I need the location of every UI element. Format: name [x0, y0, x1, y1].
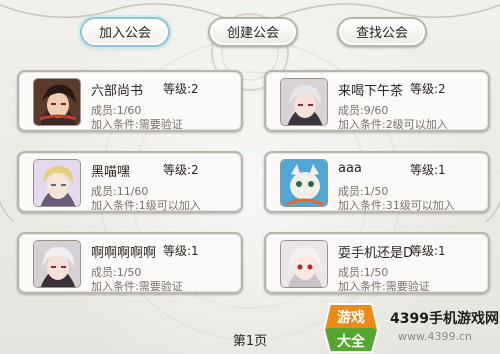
guild-level: 等级:1 [163, 244, 199, 258]
guild-name: 黑喵嘿 [91, 165, 131, 180]
guild-leader-avatar [280, 240, 328, 288]
watermark-title: 4399手机游戏网 [390, 311, 499, 327]
guild-leader-avatar [33, 159, 81, 207]
watermark-url: www.4399.cn [398, 330, 472, 343]
guild-name: aaa [338, 161, 362, 176]
guild-card[interactable]: 黑喵嘿 等级:2 成员:11/60 加入条件:1级可以加入 [17, 151, 243, 213]
guild-leader-avatar [33, 78, 81, 126]
guild-leader-avatar [280, 78, 328, 126]
guild-card[interactable]: 六部尚书 等级:2 成员:1/60 加入条件:需要验证 [17, 70, 243, 132]
guild-level: 等级:1 [410, 163, 446, 177]
tab-join-guild[interactable]: 加入公会 [80, 17, 170, 47]
guild-level: 等级:2 [163, 82, 199, 96]
guild-leader-avatar [33, 240, 81, 288]
guild-card[interactable]: 耍手机还是D 等级:1 成员:1/50 加入条件:需要验证 [264, 232, 490, 294]
guild-name: 六部尚书 [91, 84, 144, 99]
tab-find-guild[interactable]: 查找公会 [337, 17, 427, 47]
guild-name: 啊啊啊啊啊 [91, 246, 157, 261]
guild-leader-avatar [280, 159, 328, 207]
guild-card[interactable]: 来喝下午茶 等级:2 成员:9/60 加入条件:2级可以加入 [264, 70, 490, 132]
guild-join-requirement: 加入条件:需要验证 [91, 118, 183, 131]
svg-text:游戏: 游戏 [337, 309, 365, 326]
site-watermark: 游戏 大全 4399手机游戏网 www.4399.cn [322, 300, 500, 354]
tab-create-guild[interactable]: 创建公会 [208, 17, 298, 47]
guild-join-requirement: 加入条件:需要验证 [338, 280, 430, 293]
guild-level: 等级:2 [410, 82, 446, 96]
guild-level: 等级:2 [163, 163, 199, 177]
watermark-logo: 游戏 大全 [322, 303, 380, 353]
guild-name: 来喝下午茶 [338, 84, 404, 99]
guild-card[interactable]: aaa 等级:1 成员:1/50 加入条件:31级可以加入 [264, 151, 490, 213]
guild-panel: 加入公会 创建公会 查找公会 六部尚书 等级:2 成员:1/60 加入条件:需要… [0, 0, 500, 354]
guild-join-requirement: 加入条件:31级可以加入 [338, 199, 455, 212]
guild-card[interactable]: 啊啊啊啊啊 等级:1 成员:1/50 加入条件:需要验证 [17, 232, 243, 294]
svg-text:大全: 大全 [337, 333, 366, 350]
guild-join-requirement: 加入条件:需要验证 [91, 280, 183, 293]
guild-join-requirement: 加入条件:2级可以加入 [338, 118, 448, 131]
guild-join-requirement: 加入条件:1级可以加入 [91, 199, 201, 212]
guild-name: 耍手机还是D [338, 246, 414, 261]
tab-bar: 加入公会 创建公会 查找公会 [0, 10, 500, 50]
guild-level: 等级:1 [410, 244, 446, 258]
